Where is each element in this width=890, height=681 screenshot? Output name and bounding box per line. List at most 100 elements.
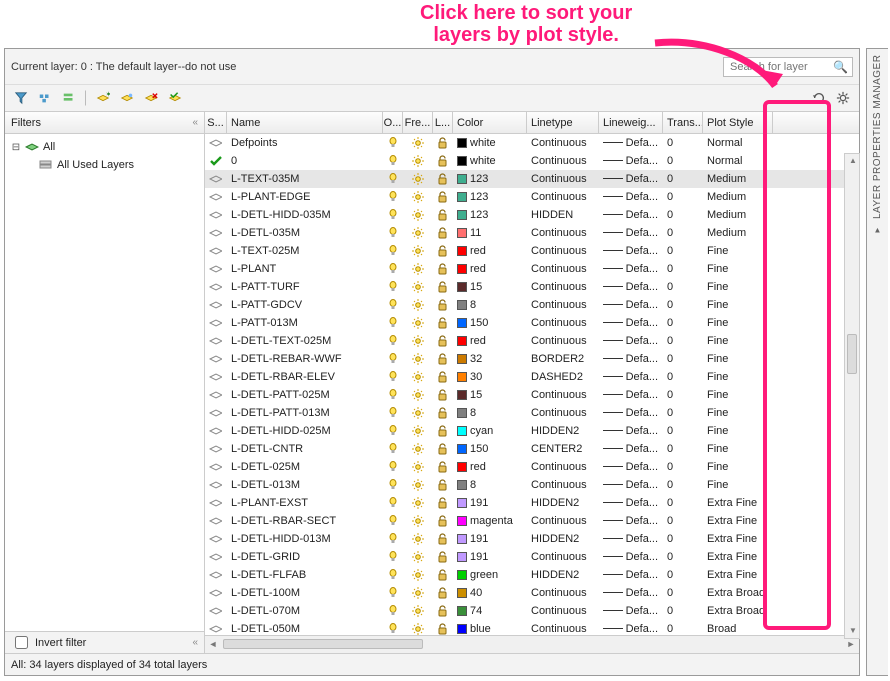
cell-lineweight[interactable]: Defa...	[599, 587, 663, 599]
cell-status[interactable]	[205, 426, 227, 436]
cell-status[interactable]	[205, 372, 227, 382]
layer-row[interactable]: L-DETL-035M11ContinuousDefa...0Medium	[205, 224, 859, 242]
cell-lineweight[interactable]: Defa...	[599, 209, 663, 221]
layer-row[interactable]: DefpointswhiteContinuousDefa...0Normal	[205, 134, 859, 152]
search-input[interactable]	[728, 60, 833, 74]
cell-linetype[interactable]: Continuous	[527, 605, 599, 617]
cell-lineweight[interactable]: Defa...	[599, 335, 663, 347]
cell-plotstyle[interactable]: Fine	[703, 407, 773, 419]
new-property-filter-button[interactable]	[11, 88, 31, 108]
cell-plotstyle[interactable]: Normal	[703, 137, 773, 149]
cell-plotstyle[interactable]: Fine	[703, 461, 773, 473]
col-header-on[interactable]: O...	[383, 112, 403, 133]
cell-linetype[interactable]: Continuous	[527, 245, 599, 257]
cell-name[interactable]: L-DETL-HIDD-025M	[227, 425, 383, 437]
cell-lock[interactable]	[433, 191, 453, 203]
set-current-layer-button[interactable]	[165, 88, 185, 108]
cell-lock[interactable]	[433, 335, 453, 347]
cell-color[interactable]: 15	[453, 389, 527, 401]
cell-color[interactable]: red	[453, 245, 527, 257]
cell-trans[interactable]: 0	[663, 497, 703, 509]
cell-linetype[interactable]: Continuous	[527, 191, 599, 203]
cell-freeze[interactable]	[403, 461, 433, 473]
cell-lock[interactable]	[433, 479, 453, 491]
cell-linetype[interactable]: Continuous	[527, 299, 599, 311]
cell-name[interactable]: L-DETL-REBAR-WWF	[227, 353, 383, 365]
cell-color[interactable]: white	[453, 137, 527, 149]
layer-row[interactable]: L-DETL-TEXT-025MredContinuousDefa...0Fin…	[205, 332, 859, 350]
cell-linetype[interactable]: Continuous	[527, 137, 599, 149]
cell-freeze[interactable]	[403, 605, 433, 617]
cell-lock[interactable]	[433, 371, 453, 383]
cell-on[interactable]	[383, 389, 403, 401]
cell-plotstyle[interactable]: Extra Fine	[703, 533, 773, 545]
cell-status[interactable]	[205, 588, 227, 598]
layer-row[interactable]: L-DETL-HIDD-035M123HIDDENDefa...0Medium	[205, 206, 859, 224]
invert-filter-input[interactable]	[15, 636, 28, 649]
cell-name[interactable]: L-PATT-013M	[227, 317, 383, 329]
cell-freeze[interactable]	[403, 371, 433, 383]
cell-plotstyle[interactable]: Fine	[703, 389, 773, 401]
cell-linetype[interactable]: Continuous	[527, 587, 599, 599]
cell-color[interactable]: 150	[453, 317, 527, 329]
layer-row[interactable]: L-PATT-013M150ContinuousDefa...0Fine	[205, 314, 859, 332]
cell-color[interactable]: 123	[453, 209, 527, 221]
cell-lineweight[interactable]: Defa...	[599, 191, 663, 203]
cell-trans[interactable]: 0	[663, 335, 703, 347]
cell-status[interactable]	[205, 516, 227, 526]
cell-status[interactable]	[205, 480, 227, 490]
cell-status[interactable]	[205, 138, 227, 148]
cell-name[interactable]: L-TEXT-035M	[227, 173, 383, 185]
vertical-scrollbar[interactable]: ▲ ▼	[844, 153, 860, 639]
cell-color[interactable]: 150	[453, 443, 527, 455]
cell-linetype[interactable]: HIDDEN2	[527, 425, 599, 437]
cell-plotstyle[interactable]: Fine	[703, 371, 773, 383]
cell-trans[interactable]: 0	[663, 191, 703, 203]
panel-title-bar[interactable]: ▲ LAYER PROPERTIES MANAGER	[866, 48, 888, 676]
col-header-lineweight[interactable]: Lineweig...	[599, 112, 663, 133]
cell-color[interactable]: 191	[453, 533, 527, 545]
cell-lineweight[interactable]: Defa...	[599, 551, 663, 563]
layer-states-button[interactable]	[59, 88, 79, 108]
cell-linetype[interactable]: Continuous	[527, 155, 599, 167]
cell-linetype[interactable]: Continuous	[527, 263, 599, 275]
cell-trans[interactable]: 0	[663, 533, 703, 545]
cell-color[interactable]: 8	[453, 479, 527, 491]
cell-plotstyle[interactable]: Medium	[703, 191, 773, 203]
cell-color[interactable]: 8	[453, 407, 527, 419]
cell-lineweight[interactable]: Defa...	[599, 281, 663, 293]
cell-plotstyle[interactable]: Fine	[703, 281, 773, 293]
cell-lock[interactable]	[433, 425, 453, 437]
cell-on[interactable]	[383, 155, 403, 167]
cell-on[interactable]	[383, 173, 403, 185]
cell-status[interactable]	[205, 444, 227, 454]
cell-color[interactable]: 15	[453, 281, 527, 293]
cell-freeze[interactable]	[403, 227, 433, 239]
cell-lineweight[interactable]: Defa...	[599, 137, 663, 149]
cell-trans[interactable]: 0	[663, 317, 703, 329]
cell-on[interactable]	[383, 263, 403, 275]
cell-status[interactable]	[205, 552, 227, 562]
cell-linetype[interactable]: DASHED2	[527, 371, 599, 383]
cell-linetype[interactable]: Continuous	[527, 317, 599, 329]
cell-on[interactable]	[383, 407, 403, 419]
layer-row[interactable]: L-PLANT-EXST191HIDDEN2Defa...0Extra Fine	[205, 494, 859, 512]
cell-plotstyle[interactable]: Broad	[703, 623, 773, 635]
cell-color[interactable]: 11	[453, 227, 527, 239]
vscroll-up-arrow[interactable]: ▲	[848, 156, 858, 166]
vscroll-thumb[interactable]	[847, 334, 857, 374]
cell-lock[interactable]	[433, 623, 453, 635]
cell-freeze[interactable]	[403, 317, 433, 329]
col-header-trans[interactable]: Trans...	[663, 112, 703, 133]
new-layer-frozen-button[interactable]	[117, 88, 137, 108]
cell-on[interactable]	[383, 245, 403, 257]
cell-plotstyle[interactable]: Fine	[703, 245, 773, 257]
cell-status[interactable]	[205, 282, 227, 292]
cell-linetype[interactable]: Continuous	[527, 461, 599, 473]
layer-row[interactable]: L-DETL-013M8ContinuousDefa...0Fine	[205, 476, 859, 494]
cell-color[interactable]: red	[453, 335, 527, 347]
cell-on[interactable]	[383, 191, 403, 203]
col-header-freeze[interactable]: Fre...	[403, 112, 433, 133]
cell-name[interactable]: L-DETL-013M	[227, 479, 383, 491]
cell-name[interactable]: L-DETL-070M	[227, 605, 383, 617]
